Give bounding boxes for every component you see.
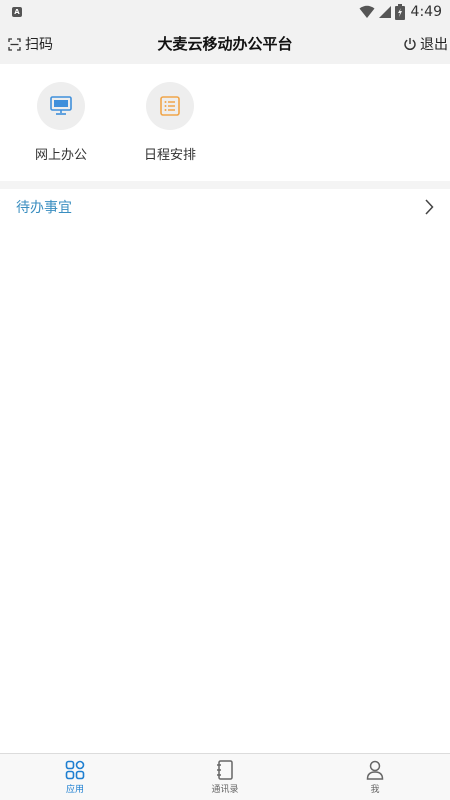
app-label: 日程安排 [143,148,196,163]
nav-tab-label: 应用 [65,785,84,795]
bottom-navigation: 应用 通讯录 我 [0,753,450,800]
list-document-icon [160,96,180,116]
monitor-icon [50,96,72,115]
app-icon-background [146,82,194,130]
app-header: 扫码 大麦云移动办公平台 退出 [0,24,450,64]
nav-tab-label: 我 [370,785,380,795]
clock-time: 4:49 [410,4,442,20]
todo-label: 待办事宜 [16,200,72,216]
scan-button[interactable]: 扫码 [8,24,53,64]
nav-tab-me[interactable]: 我 [300,754,450,800]
nav-tab-contacts[interactable]: 通讯录 [150,754,300,800]
chevron-right-icon [425,199,434,215]
scan-icon [8,37,21,51]
section-divider [0,181,450,189]
status-indicators: 4:49 [359,2,442,22]
notification-a-icon: A [12,7,22,17]
app-label: 网上办公 [34,148,87,163]
power-icon [404,38,416,51]
person-icon [366,760,384,780]
contacts-book-icon [217,760,233,780]
grid-apps-icon [65,760,85,780]
cell-signal-icon [378,6,391,18]
nav-tab-apps[interactable]: 应用 [0,754,150,800]
logout-button[interactable]: 退出 [403,24,448,64]
battery-icon [394,4,405,20]
app-grid: 网上办公 日程安排 [0,64,450,181]
app-online-office[interactable]: 网上办公 [26,82,96,163]
app-schedule[interactable]: 日程安排 [135,82,205,163]
page-title: 大麦云移动办公平台 [157,35,293,53]
todo-list-row[interactable]: 待办事宜 [0,189,450,227]
wifi-icon [359,5,375,18]
logout-label: 退出 [420,37,448,53]
scan-label: 扫码 [25,37,53,53]
app-icon-background [37,82,85,130]
nav-tab-label: 通讯录 [211,785,239,795]
status-bar: A 4:49 [0,0,450,24]
